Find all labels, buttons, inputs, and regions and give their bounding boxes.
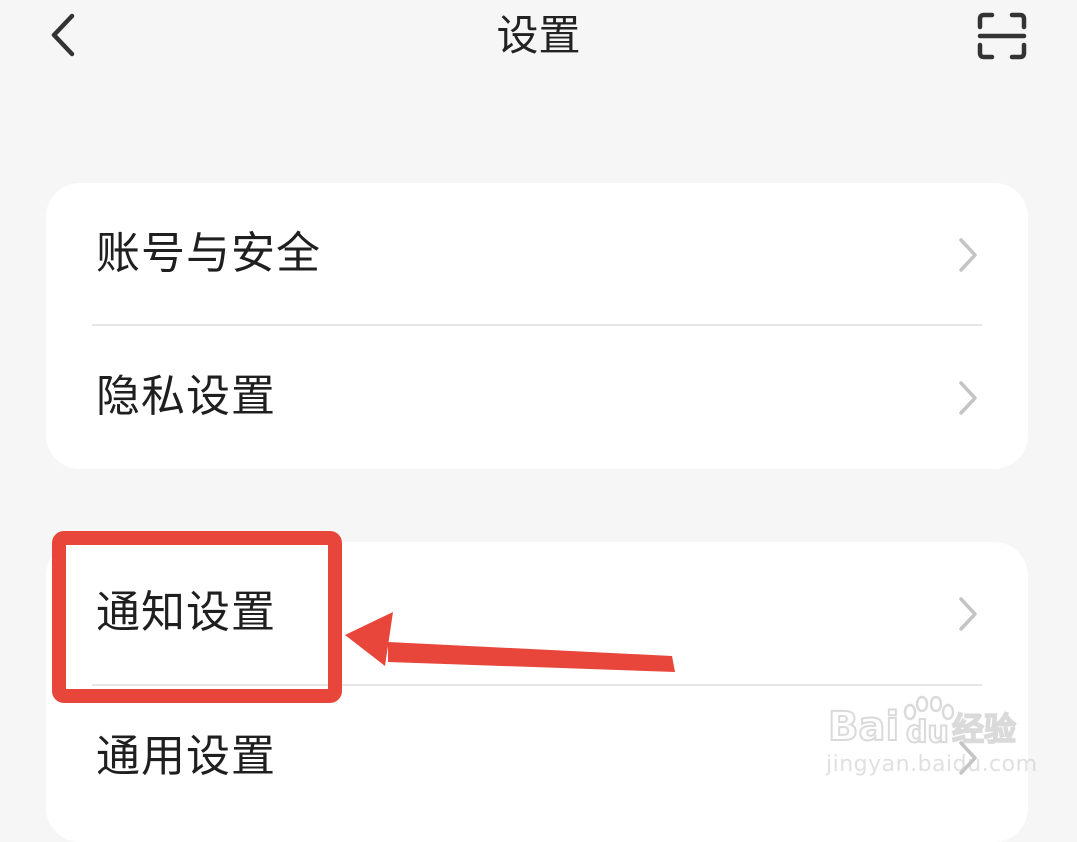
settings-group-general: 通知设置 通用设置 [46, 542, 1028, 842]
settings-item-privacy[interactable]: 隐私设置 [46, 326, 1028, 468]
settings-item-label: 隐私设置 [96, 371, 276, 422]
settings-item-label: 通知设置 [96, 587, 276, 638]
settings-item-label: 账号与安全 [96, 228, 321, 279]
chevron-right-icon [959, 238, 977, 272]
settings-item-notification[interactable]: 通知设置 [46, 542, 1028, 684]
top-nav-bar: 设置 [0, 0, 1077, 80]
scan-button[interactable] [972, 10, 1032, 62]
page-title: 设置 [496, 11, 581, 60]
settings-group-account: 账号与安全 隐私设置 [46, 183, 1028, 469]
chevron-right-icon [959, 741, 977, 775]
scan-frame-icon [977, 12, 1027, 60]
chevron-right-icon [959, 597, 977, 631]
chevron-right-icon [959, 381, 977, 415]
settings-item-account-security[interactable]: 账号与安全 [46, 183, 1028, 325]
